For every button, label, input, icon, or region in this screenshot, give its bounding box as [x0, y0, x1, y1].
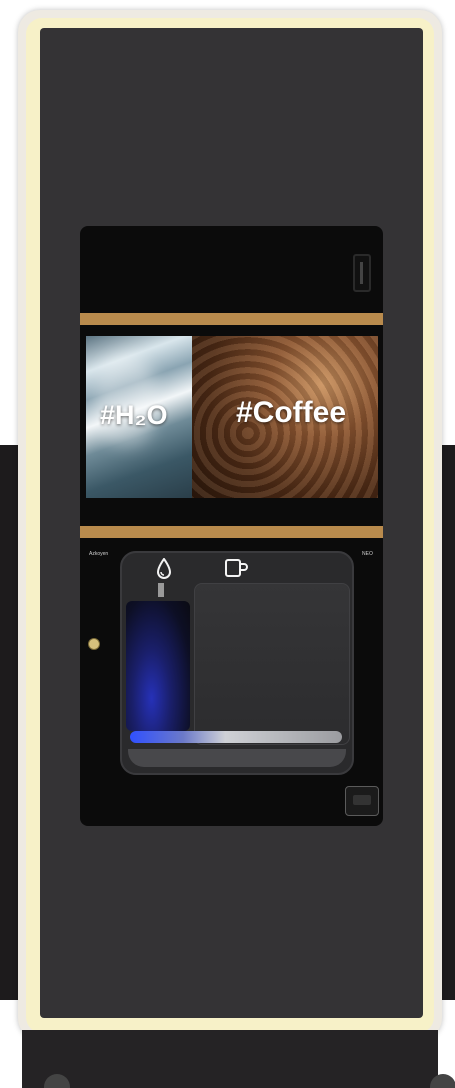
machine-base: [22, 1030, 455, 1088]
water-drop-icon: [156, 558, 172, 579]
drip-tray: [130, 731, 342, 743]
bottom-gold-trim: [80, 526, 383, 538]
brand-label: Azkoyen: [89, 551, 109, 557]
card-reader-icon[interactable]: [345, 786, 379, 816]
coin-slot-icon[interactable]: [353, 254, 371, 292]
coffee-tile-label: #Coffee: [236, 396, 347, 429]
top-gold-trim: [80, 313, 383, 325]
dispensing-bay[interactable]: [120, 551, 354, 775]
water-tile-label: #H₂O: [100, 400, 168, 430]
left-foot: [44, 1074, 70, 1088]
model-label: NEO: [362, 551, 373, 557]
front-panel: #H₂O #Coffee Azkoyen NEO: [80, 226, 383, 826]
touch-screen[interactable]: #H₂O #Coffee: [86, 336, 378, 498]
water-chamber: [126, 601, 190, 731]
lock-icon[interactable]: [88, 638, 100, 650]
coffee-chamber: [194, 583, 350, 745]
bay-lip: [128, 749, 346, 767]
right-foot: [430, 1074, 455, 1088]
coffee-cup-icon: [225, 559, 248, 577]
water-nozzle: [158, 583, 164, 597]
